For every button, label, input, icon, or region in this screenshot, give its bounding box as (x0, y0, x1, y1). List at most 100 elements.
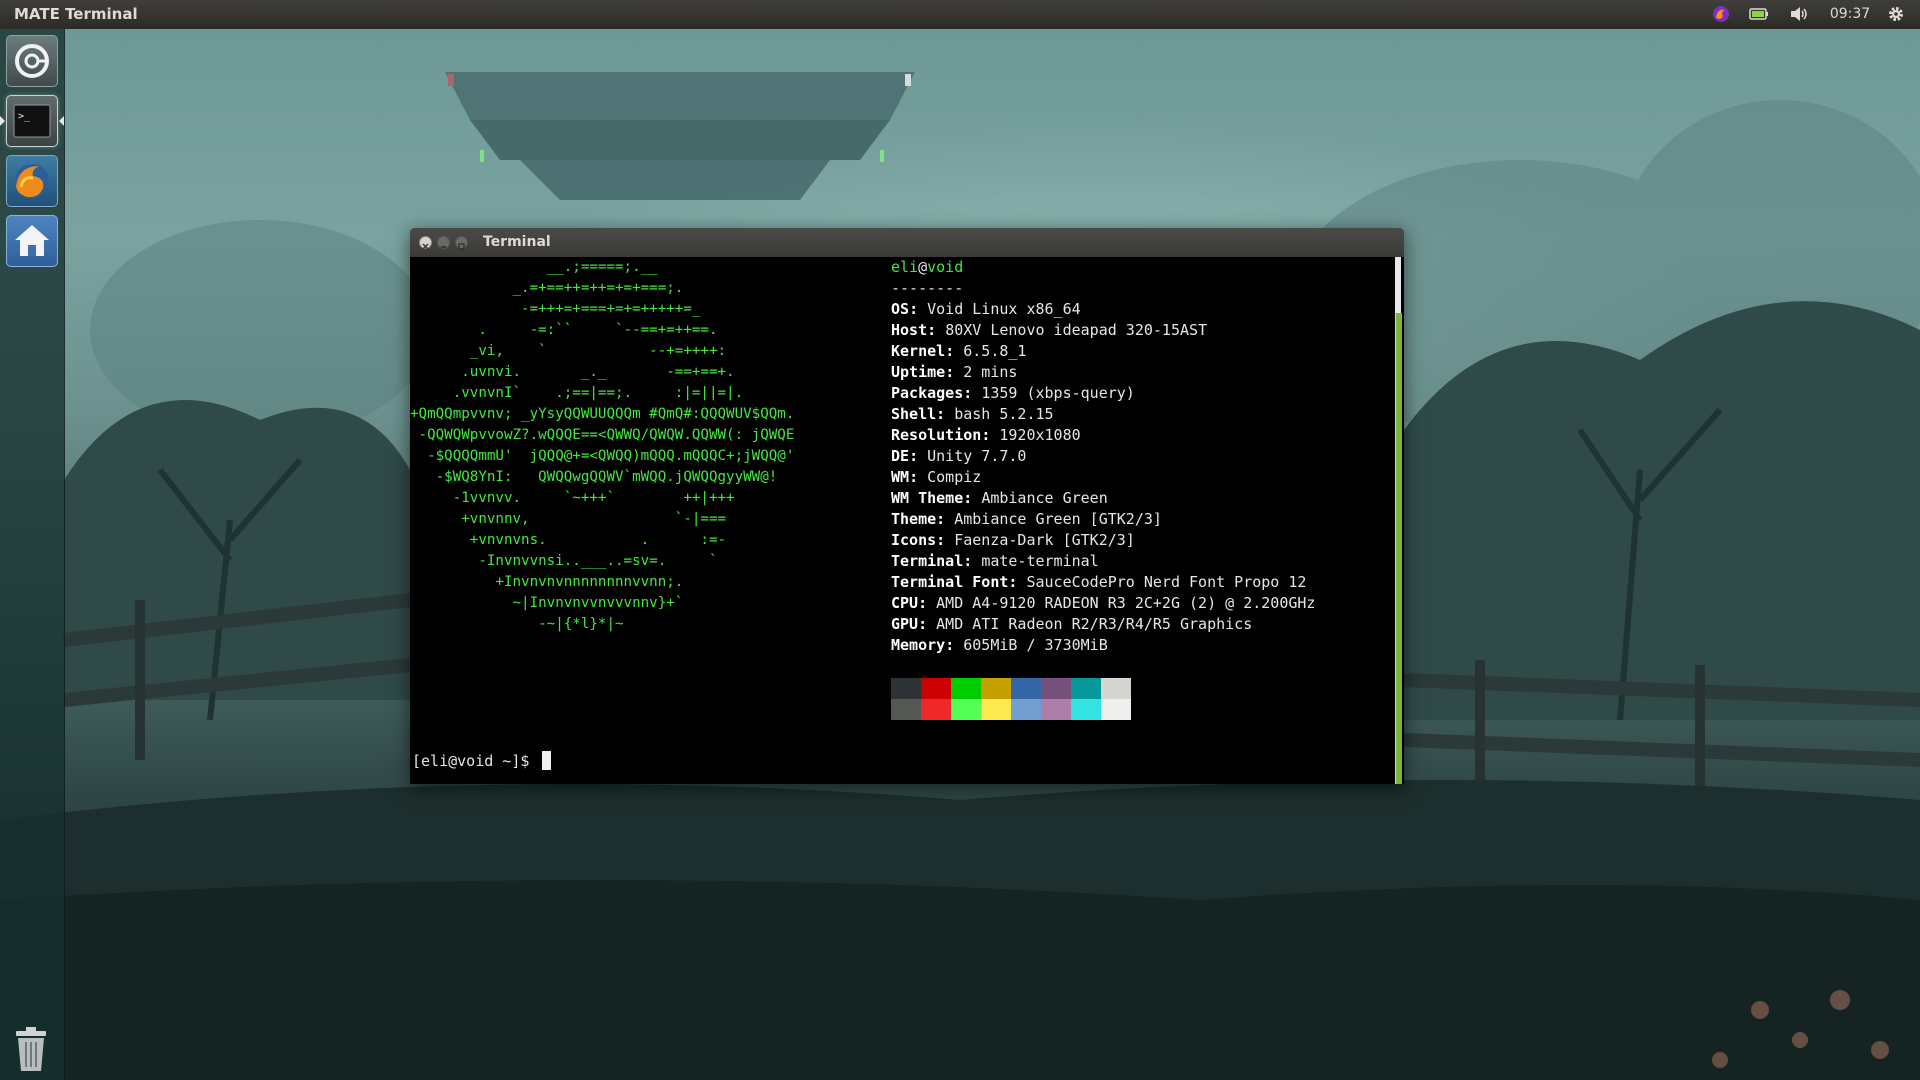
color-swatch (1011, 678, 1041, 699)
at-sign: @ (918, 258, 928, 276)
info-colon: : (963, 489, 982, 507)
launcher-trash-button[interactable] (6, 1021, 58, 1073)
shell-prompt[interactable]: [eli@void ~]$ (412, 751, 552, 772)
info-value: 6.5.8_1 (963, 342, 1027, 360)
info-colon: : (945, 342, 964, 360)
info-row: CPU: AMD A4-9120 RADEON R3 2C+2G (2) @ 2… (891, 593, 1315, 614)
color-swatch (1041, 678, 1071, 699)
color-swatch (891, 699, 921, 720)
info-colon: : (936, 510, 955, 528)
info-key: WM Theme (891, 489, 964, 507)
minimize-button[interactable] (437, 236, 450, 249)
info-key: Kernel (891, 342, 946, 360)
color-swatch (1071, 678, 1101, 699)
maximize-button[interactable] (455, 236, 468, 250)
close-button[interactable] (419, 236, 432, 250)
info-key: Terminal Font (891, 573, 1009, 591)
launcher: >_ (0, 29, 65, 1080)
info-row: WM: Compiz (891, 467, 1315, 488)
launcher-dash-button[interactable] (6, 35, 58, 87)
window-titlebar[interactable]: Terminal (410, 228, 1404, 257)
hostname: void (927, 258, 964, 276)
volume-icon[interactable] (1787, 3, 1811, 25)
dash-icon (15, 44, 49, 78)
color-swatch (1101, 678, 1131, 699)
gear-icon[interactable] (1884, 3, 1908, 25)
terminal-icon: >_ (13, 104, 51, 138)
color-swatch (1011, 699, 1041, 720)
username: eli (891, 258, 919, 276)
clock[interactable]: 09:37 (1822, 3, 1878, 25)
info-row: Resolution: 1920x1080 (891, 425, 1315, 446)
color-swatch (981, 678, 1011, 699)
info-value: Ambiance Green (981, 489, 1108, 507)
close-icon (422, 243, 429, 250)
info-key: Uptime (891, 363, 946, 381)
volume-icon-graphic (1791, 7, 1807, 21)
maximize-icon (458, 243, 465, 250)
info-key: Shell (891, 405, 937, 423)
info-colon: : (1008, 573, 1027, 591)
info-row: Icons: Faenza-Dark [GTK2/3] (891, 530, 1315, 551)
prompt-text: [eli@void ~]$ (412, 752, 539, 770)
terminal-output[interactable]: __.;=====;.__ _.=+==++=++=+=+===;. -=+++… (410, 257, 1404, 784)
info-row: Memory: 605MiB / 3730MiB (891, 635, 1315, 656)
terminal-window[interactable]: Terminal __.;=====;.__ _.=+==++=++=+=+==… (410, 228, 1404, 784)
color-palette (891, 678, 1131, 720)
system-info: eli@void -------- OS: Void Linux x86_64 H… (891, 257, 1315, 656)
info-key: WM (891, 468, 910, 486)
firefox-icon (15, 164, 49, 198)
info-value: mate-terminal (981, 552, 1099, 570)
info-key: Terminal (891, 552, 964, 570)
info-row: DE: Unity 7.7.0 (891, 446, 1315, 467)
info-colon: : (945, 363, 964, 381)
info-colon: : (909, 468, 928, 486)
top-panel: MATE Terminal 09:37 (0, 0, 1920, 29)
color-swatch (1101, 699, 1131, 720)
color-swatch (951, 699, 981, 720)
info-row: Terminal Font: SauceCodePro Nerd Font Pr… (891, 572, 1315, 593)
void-ascii-logo: __.;=====;.__ _.=+==++=++=+=+===;. -=+++… (410, 259, 795, 632)
gear-icon-graphic (1889, 7, 1903, 21)
trash-icon (16, 1027, 46, 1071)
battery-icon[interactable] (1748, 3, 1770, 25)
launcher-home-button[interactable] (6, 215, 58, 267)
firefox-tray-icon[interactable] (1710, 3, 1732, 25)
info-value: Void Linux x86_64 (927, 300, 1081, 318)
hovering-ship (445, 72, 915, 200)
info-colon: : (918, 615, 937, 633)
info-colon: : (945, 636, 964, 654)
info-value: Unity 7.7.0 (927, 447, 1027, 465)
info-colon: : (936, 531, 955, 549)
info-colon: : (909, 447, 928, 465)
info-row: Shell: bash 5.2.15 (891, 404, 1315, 425)
color-swatch (981, 699, 1011, 720)
launcher-terminal-button[interactable]: >_ (6, 95, 58, 147)
svg-text:>_: >_ (18, 111, 31, 122)
info-value: 80XV Lenovo ideapad 320-15AST (945, 321, 1208, 339)
info-colon: : (981, 426, 1000, 444)
info-value: 1359 (xbps-query) (981, 384, 1135, 402)
info-key: Host (891, 321, 928, 339)
info-value: Compiz (927, 468, 982, 486)
info-key: Resolution (891, 426, 982, 444)
firefox-tray-icon-graphic (1713, 6, 1729, 22)
info-key: OS (891, 300, 910, 318)
info-value: 605MiB / 3730MiB (963, 636, 1108, 654)
scrollbar[interactable] (1393, 257, 1404, 784)
launcher-firefox-button[interactable] (6, 155, 58, 207)
info-key: DE (891, 447, 910, 465)
launcher-running-indicator (0, 116, 5, 126)
color-swatch (1041, 699, 1071, 720)
info-value: AMD A4-9120 RADEON R3 2C+2G (2) @ 2.200G… (936, 594, 1316, 612)
scrollbar-thumb[interactable] (1395, 313, 1402, 784)
info-row: WM Theme: Ambiance Green (891, 488, 1315, 509)
info-colon: : (936, 405, 955, 423)
color-swatch (1071, 699, 1101, 720)
info-key: GPU (891, 615, 919, 633)
info-colon: : (927, 321, 946, 339)
launcher-focus-indicator (59, 116, 64, 126)
info-colon: : (963, 384, 982, 402)
battery-icon-graphic (1749, 8, 1768, 20)
info-row: Terminal: mate-terminal (891, 551, 1315, 572)
